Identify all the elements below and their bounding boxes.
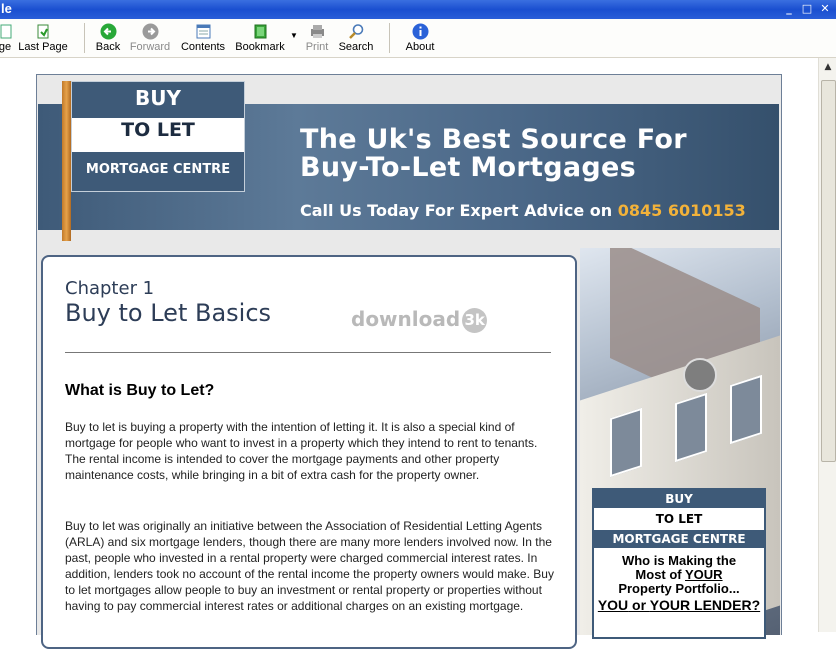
phone-number: 0845 6010153	[617, 201, 746, 220]
side-sign-centre: MORTGAGE CENTRE	[594, 530, 764, 548]
print-label: Print	[305, 41, 329, 53]
home-page-icon	[0, 24, 12, 39]
forward-label: Forward	[129, 41, 171, 53]
logo-to-let: TO LET	[121, 119, 195, 141]
side-sign-question: Who is Making the Most of YOUR Property …	[594, 554, 764, 596]
banner-headline-line2: Buy-To-Let Mortgages	[300, 152, 636, 183]
scroll-up-arrow-icon[interactable]: ▲	[821, 60, 835, 74]
info-icon	[412, 23, 428, 40]
side-sign-answer: YOU or YOUR LENDER?	[594, 597, 764, 613]
satellite-dish	[683, 358, 717, 392]
banner-headline-line1: The Uk's Best Source For	[300, 124, 687, 155]
scroll-thumb[interactable]	[821, 80, 836, 462]
logo-buy: BUY	[135, 86, 181, 110]
title-bar: le _ □ ✕	[0, 0, 836, 19]
forward-button[interactable]: Forward	[129, 21, 171, 55]
print-icon	[310, 25, 324, 38]
last-page-icon	[37, 24, 48, 39]
close-button[interactable]: ✕	[818, 2, 832, 15]
last-page-button[interactable]: Last Page	[16, 21, 70, 55]
side-sign-line2b: YOUR	[685, 567, 723, 582]
side-sign-buy: BUY	[594, 490, 764, 508]
logo-sign: BUY TO LET MORTGAGE CENTRE	[71, 81, 245, 192]
chapter-content: Chapter 1 Buy to Let Basics download 3k W…	[41, 255, 577, 649]
document-page: The Uk's Best Source For Buy-To-Let Mort…	[36, 74, 782, 649]
side-sign-your-lender: YOUR LENDER?	[649, 597, 761, 613]
window-shape	[730, 374, 762, 445]
section-heading: What is Buy to Let?	[65, 382, 215, 399]
last-page-label: Last Page	[18, 41, 68, 53]
watermark-badge: 3k	[462, 308, 488, 333]
back-label: Back	[95, 41, 121, 53]
side-sign: BUY TO LET MORTGAGE CENTRE Who is Making…	[592, 488, 766, 639]
window-shape	[675, 392, 707, 463]
toolbar-separator	[84, 23, 85, 53]
toolbar-separator	[389, 23, 390, 53]
side-sign-or: or	[628, 597, 650, 613]
contents-icon	[196, 24, 210, 39]
back-button[interactable]: Back	[93, 21, 123, 55]
window-shape	[610, 407, 642, 478]
vertical-scrollbar[interactable]: ▲	[818, 58, 836, 632]
side-sign-you: YOU	[597, 597, 629, 613]
chapter-label: Chapter 1	[65, 278, 155, 299]
about-button[interactable]: About	[402, 21, 438, 55]
side-sign-to-let: TO LET	[655, 512, 703, 526]
bookmark-label: Bookmark	[235, 41, 285, 53]
search-icon	[348, 24, 363, 39]
sign-post	[62, 81, 71, 241]
side-sign-line1: Who is Making the	[621, 553, 737, 568]
watermark-text: download	[351, 307, 461, 331]
contents-label: Contents	[180, 41, 226, 53]
bookmark-button[interactable]: Bookmark	[235, 21, 285, 55]
print-button[interactable]: Print	[304, 21, 330, 55]
back-arrow-icon	[100, 23, 116, 40]
banner-call-text: Call Us Today For Expert Advice on 0845 …	[300, 201, 746, 220]
minimize-button[interactable]: _	[782, 2, 796, 15]
home-page-button[interactable]: ge	[0, 21, 12, 55]
toolbar: ge Last Page Back Forward Contents Bookm…	[0, 19, 836, 58]
watermark: download 3k	[351, 307, 488, 333]
call-text: Call Us Today For Expert Advice on	[300, 201, 613, 220]
bookmark-icon	[254, 24, 266, 39]
search-button[interactable]: Search	[337, 21, 375, 55]
title-divider	[65, 352, 551, 353]
chapter-title: Buy to Let Basics	[65, 299, 272, 327]
maximize-button[interactable]: □	[800, 2, 814, 15]
window-title: le	[1, 1, 12, 16]
side-sign-line3: Property Portfolio...	[618, 581, 740, 596]
document-viewer[interactable]: The Uk's Best Source For Buy-To-Let Mort…	[0, 58, 818, 649]
paragraph-1: Buy to let is buying a property with the…	[65, 420, 538, 482]
about-label: About	[405, 41, 435, 53]
contents-button[interactable]: Contents	[180, 21, 226, 55]
side-sign-line2a: Most of	[635, 567, 686, 582]
home-page-label: ge	[0, 41, 12, 53]
paragraph-2: Buy to let was originally an initiative …	[65, 519, 554, 613]
chevron-down-icon: ▼	[290, 31, 298, 40]
search-label: Search	[338, 41, 374, 53]
forward-arrow-icon	[142, 23, 158, 40]
logo-mortgage-centre: MORTGAGE CENTRE	[85, 162, 231, 177]
